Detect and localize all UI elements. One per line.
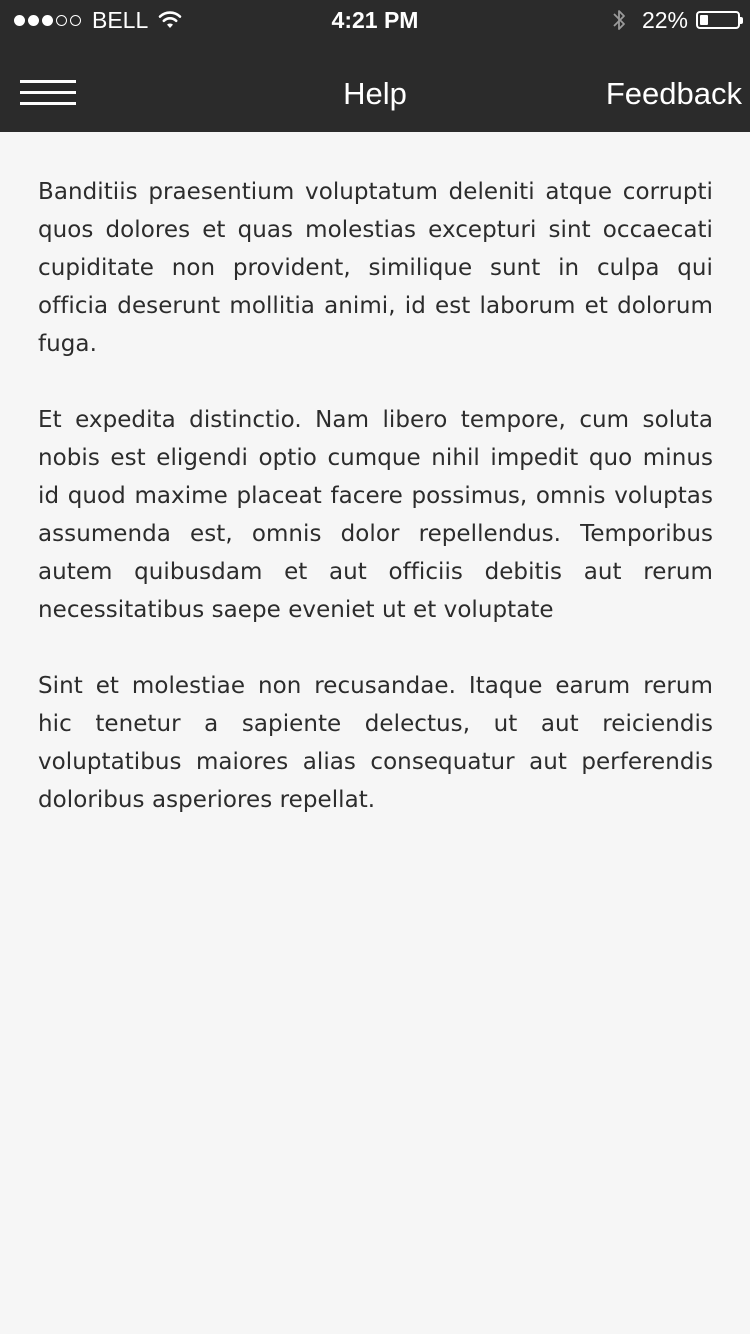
help-paragraph: Et expedita distinctio. Nam libero tempo… — [38, 407, 713, 623]
bluetooth-icon — [613, 10, 625, 30]
feedback-button[interactable]: Feedback — [606, 72, 742, 116]
battery-percent: 22% — [641, 7, 688, 33]
help-content: Banditiis praesentium voluptatum delenit… — [38, 173, 713, 857]
status-bar: BELL 4:21 PM 22% — [0, 0, 750, 40]
top-bar: BELL 4:21 PM 22% Help Feedback — [0, 0, 750, 132]
battery-fill — [700, 15, 708, 25]
help-paragraph: Sint et molestiae non recusandae. Itaque… — [38, 673, 713, 813]
help-paragraph: Banditiis praesentium voluptatum delenit… — [38, 179, 713, 357]
battery-icon — [696, 11, 743, 29]
status-right: 22% — [612, 0, 743, 40]
